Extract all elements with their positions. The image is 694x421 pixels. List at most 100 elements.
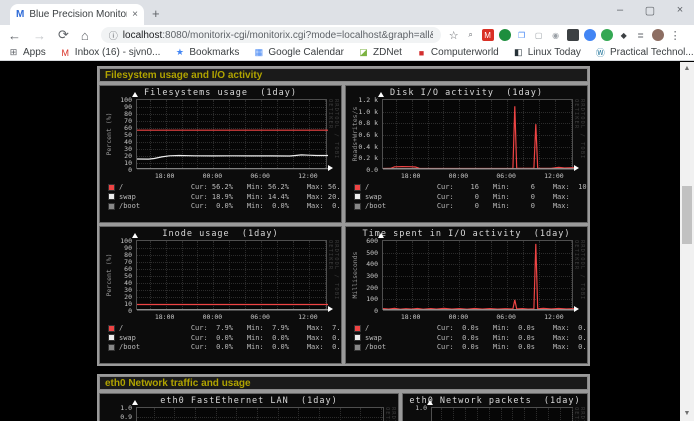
minimize-button[interactable]: – xyxy=(614,4,626,17)
legend-max: Max: 0 xyxy=(535,202,588,210)
rrdtool-watermark: RRDTOOL / TOBI OETIKER xyxy=(573,99,585,169)
legend-swatch xyxy=(108,344,115,351)
bookmark-label: Apps xyxy=(23,47,46,58)
v-gridline xyxy=(441,408,442,421)
y-tick-label: 1.2 k xyxy=(346,96,378,104)
legend-name: / xyxy=(119,183,171,191)
legend-row: /Cur: 7.9%Min: 7.9%Max: 7.9% xyxy=(108,324,337,332)
legend-min: Min: 56.2% xyxy=(233,183,289,191)
globe-extension-icon[interactable] xyxy=(499,29,511,41)
v-gridline xyxy=(319,408,320,421)
reload-button[interactable]: ⟳ xyxy=(58,27,69,43)
reading-list-icon[interactable]: ≣ xyxy=(635,29,647,41)
chart-title: eth0 FastEthernet LAN (1day) xyxy=(100,396,398,406)
bookmark-computerworld-icon: ■ xyxy=(416,48,427,58)
bookmark-apps[interactable]: ⊞Apps xyxy=(8,47,46,58)
x-tick-label: 00:00 xyxy=(443,172,473,180)
maximize-button[interactable]: ▢ xyxy=(644,4,656,17)
section-header-filesystem: Filesystem usage and I/O activity xyxy=(99,68,588,82)
bookmark-linux-today[interactable]: ◧Linux Today xyxy=(513,47,581,58)
legend-swatch xyxy=(108,193,115,200)
bookmark-star-icon[interactable]: ☆ xyxy=(449,29,459,42)
x-tick-label: 18:00 xyxy=(396,313,426,321)
plot-area xyxy=(136,99,327,169)
v-gridline xyxy=(501,408,502,421)
dark-square-extension-icon[interactable] xyxy=(567,29,579,41)
legend-min: Min: 7.9% xyxy=(233,324,289,332)
v-gridline xyxy=(236,408,237,421)
rrdtool-watermark: RRDTOOL / TOBI OETIKER xyxy=(573,407,585,421)
section-filesystem: Filesystem usage and I/O activity Filesy… xyxy=(97,66,590,366)
scroll-up-icon[interactable]: ▲ xyxy=(680,62,694,76)
rrdtool-watermark: RRDTOOL / TOBI OETIKER xyxy=(384,407,396,421)
x-tick-label: 18:00 xyxy=(150,172,180,180)
new-tab-button[interactable]: + xyxy=(152,6,160,21)
x-tick-label: 18:00 xyxy=(150,313,180,321)
legend-cur: Cur: 0.0% xyxy=(171,202,233,210)
legend-max: Max: 56.2% xyxy=(289,183,342,191)
bookmark-bookmarks[interactable]: ★Bookmarks xyxy=(174,47,239,58)
legend-swatch xyxy=(108,203,115,210)
tab-close-icon[interactable]: × xyxy=(132,9,138,20)
page-info-icon[interactable]: ⓘ xyxy=(109,29,118,42)
back-button[interactable]: ← xyxy=(8,28,21,43)
screenshot-extension-icon[interactable]: ▢ xyxy=(533,29,545,41)
copy-pages-extension-icon[interactable]: ❐ xyxy=(516,29,528,41)
v-gridline xyxy=(360,408,361,421)
y-tick-label: 0.4 k xyxy=(346,143,378,151)
bookmark-practical-technol[interactable]: ⓌPractical Technol... xyxy=(595,46,694,59)
close-button[interactable]: × xyxy=(674,4,686,17)
bookmark-zdnet[interactable]: ◪ZDNet xyxy=(358,47,402,58)
search-extension-icon[interactable]: ⌕ xyxy=(465,29,477,41)
pin-extension-icon[interactable]: ◆ xyxy=(618,29,630,41)
browser-tab[interactable]: M Blue Precision Monitorix × xyxy=(10,4,144,25)
legend-max: Max: 0.6s xyxy=(535,324,588,332)
legend-min: Min: 14.4% xyxy=(233,193,289,201)
scroll-down-icon[interactable]: ▼ xyxy=(680,407,694,421)
plot-area xyxy=(431,407,573,421)
legend-cur: Cur: 18.9% xyxy=(171,193,233,201)
scrollbar-thumb[interactable] xyxy=(682,186,692,244)
y-tick-label: 1.0 k xyxy=(346,108,378,116)
legend-swatch xyxy=(354,184,361,191)
address-bar[interactable]: ⓘ localhost:8080/monitorix-cgi/monitorix… xyxy=(101,27,441,43)
legend-swatch xyxy=(108,334,115,341)
v-gridline xyxy=(216,408,217,421)
legend-max: Max: 0.0s xyxy=(535,343,588,351)
page-scrollbar[interactable]: ▲ ▼ xyxy=(680,62,694,421)
bookmark-google-calendar[interactable]: ▦Google Calendar xyxy=(253,47,344,58)
y-tick-label: 0.8 k xyxy=(346,119,378,127)
bookmark-computerworld[interactable]: ■Computerworld xyxy=(416,47,499,58)
legend-name: /boot xyxy=(365,202,417,210)
legend-swatch xyxy=(354,325,361,332)
bookmark-practical-technol-icon: Ⓦ xyxy=(595,46,606,59)
bookmark-inbox-icon: M xyxy=(60,48,71,58)
chart-disk-io-activity: Disk I/O activity (1day)Reads+Writes/s1.… xyxy=(345,85,588,223)
blue-circle-extension-icon[interactable] xyxy=(584,29,596,41)
series-lines xyxy=(383,100,574,170)
legend-min: Min: 0.0s xyxy=(479,334,535,342)
bookmark-bookmarks-icon: ★ xyxy=(174,47,185,58)
speaker-extension-icon[interactable]: ◉ xyxy=(550,29,562,41)
legend-swatch xyxy=(354,334,361,341)
chart-filesystems-usage: Filesystems usage (1day)Percent (%)10090… xyxy=(99,85,342,223)
y-tick-label: 0.9 xyxy=(100,413,132,421)
monitorix-favicon: M xyxy=(16,9,24,20)
plot-area xyxy=(136,240,327,310)
x-tick-label: 18:00 xyxy=(396,172,426,180)
y-tick-label: 0.0 xyxy=(346,166,378,174)
legend-name: / xyxy=(365,324,417,332)
y-tick-label: 200 xyxy=(346,284,378,292)
v-gridline xyxy=(512,408,513,421)
profile-avatar[interactable] xyxy=(652,29,664,41)
gmail-extension-icon[interactable]: M xyxy=(482,29,494,41)
legend-max: Max: 0 xyxy=(535,193,588,201)
legend-min: Min: 0.0s xyxy=(479,343,535,351)
v-gridline xyxy=(477,408,478,421)
v-gridline xyxy=(195,408,196,421)
home-button[interactable]: ⌂ xyxy=(81,28,89,43)
legend-row: /bootCur: 0.0%Min: 0.0%Max: 0.0% xyxy=(108,202,337,210)
chrome-menu-icon[interactable]: ⋮ xyxy=(670,29,681,42)
green-circle-extension-icon[interactable] xyxy=(601,29,613,41)
bookmark-inbox[interactable]: MInbox (16) - sjvn0... xyxy=(60,47,161,58)
